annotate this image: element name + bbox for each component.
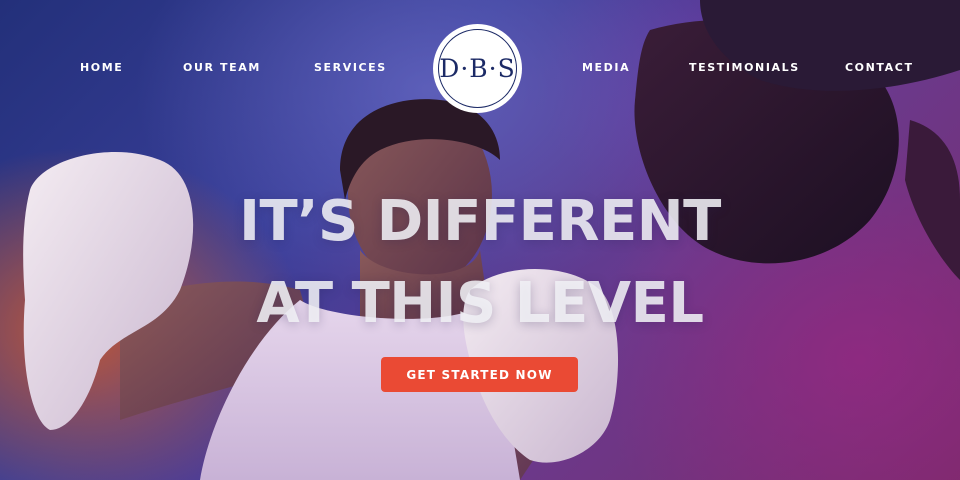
nav-services-link[interactable]: SERVICES [314, 61, 387, 74]
main-nav: HOME OUR TEAM SERVICES D·B·S MEDIA TESTI… [0, 0, 960, 136]
get-started-button[interactable]: GET STARTED NOW [381, 357, 578, 392]
hero-headline-line2: AT THIS LEVEL [256, 271, 704, 336]
hero-section: HOME OUR TEAM SERVICES D·B·S MEDIA TESTI… [0, 0, 960, 480]
logo-text: D·B·S [439, 54, 516, 83]
nav-media-link[interactable]: MEDIA [582, 61, 630, 74]
nav-contact-link[interactable]: CONTACT [845, 61, 914, 74]
hero-headline-line1: IT’S DIFFERENT [239, 189, 721, 254]
nav-testimonials-link[interactable]: TESTIMONIALS [689, 61, 800, 74]
dbs-logo[interactable]: D·B·S [433, 24, 522, 113]
logo-ring: D·B·S [438, 29, 517, 108]
nav-our-team-link[interactable]: OUR TEAM [183, 61, 261, 74]
nav-home-link[interactable]: HOME [80, 61, 123, 74]
